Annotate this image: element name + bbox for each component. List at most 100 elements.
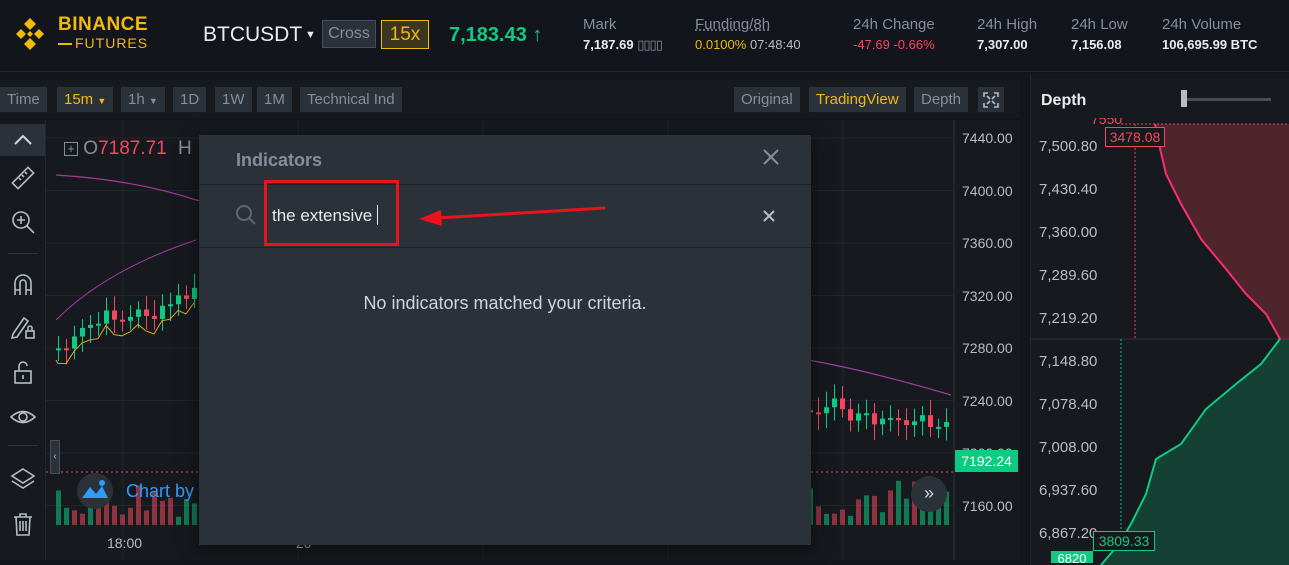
- bid-volume-tag: 3809.33: [1093, 531, 1155, 551]
- candle-body: [72, 336, 77, 349]
- interval-1d[interactable]: 1D: [173, 87, 207, 112]
- unlock-tool[interactable]: [7, 356, 39, 388]
- clear-search-button[interactable]: [761, 208, 777, 224]
- close-dialog-button[interactable]: [759, 145, 783, 169]
- tradingview-attribution[interactable]: Chart by: [73, 473, 194, 514]
- divider: [199, 247, 811, 248]
- view-depth[interactable]: Depth: [914, 87, 969, 112]
- change-stat: 24h Change -47.69 -0.66%: [853, 16, 935, 52]
- ohlc-legend: + O7187.71 H: [64, 138, 192, 160]
- plus-square-icon: +: [64, 142, 78, 156]
- depth-bottom-cut-label: 6820: [1051, 551, 1093, 563]
- volume-value: 106,695.99 BTC: [1162, 37, 1258, 52]
- price-axis-label: 7320.00: [962, 287, 1013, 304]
- unlock-icon: [14, 361, 32, 384]
- funding-rate: 0.0100%: [695, 37, 747, 52]
- depth-price-label: 7,430.40: [1039, 181, 1098, 198]
- volume-bar: [864, 495, 869, 525]
- candle-body: [864, 413, 869, 416]
- brand-name: BINANCE: [58, 14, 149, 35]
- depth-zoom-handle[interactable]: [1181, 90, 1187, 107]
- candle-body: [896, 417, 901, 421]
- volume-bar: [840, 509, 845, 525]
- depth-price-label: 7,360.00: [1039, 224, 1098, 241]
- depth-title: Depth: [1041, 92, 1087, 109]
- price-axis-label: 7440.00: [962, 130, 1013, 146]
- volume-bar: [128, 507, 133, 525]
- depth-price-label: 7,078.40: [1039, 396, 1098, 413]
- bars-icon: ▯▯▯▯: [637, 37, 663, 52]
- candle-body: [824, 407, 829, 414]
- time-label: 18:00: [107, 535, 143, 551]
- leverage-button[interactable]: 15x: [381, 20, 429, 49]
- interval-1h[interactable]: 1h ▼: [121, 87, 165, 112]
- candle-body: [192, 287, 197, 299]
- volume-bar: [872, 495, 877, 525]
- price-axis-label: 7160.00: [962, 497, 1013, 514]
- candle-body: [816, 412, 821, 415]
- candle-body: [104, 310, 109, 324]
- depth-price-label: 6,937.60: [1039, 482, 1098, 499]
- candle-body: [848, 409, 853, 421]
- binance-futures-logo[interactable]: BINANCE FUTURES: [12, 14, 162, 54]
- delete-drawings-tool[interactable]: [7, 508, 39, 540]
- symbol-selector[interactable]: BTCUSDT: [203, 23, 302, 47]
- price-axis-label: 7400.00: [962, 182, 1013, 199]
- volume-bar: [848, 515, 853, 525]
- pencil-lock-icon: [10, 316, 35, 340]
- annotation-arrow-icon: [419, 206, 606, 226]
- tradingview-logo-icon: [77, 473, 113, 509]
- fullscreen-button[interactable]: [978, 87, 1004, 112]
- depth-price-label: 7,289.60: [1039, 267, 1098, 284]
- chart-toolbar: Time 15m ▼ 1h ▼ 1D 1W 1M Technical Ind O…: [0, 80, 1020, 118]
- scroll-to-realtime-button[interactable]: »: [911, 476, 947, 512]
- ask-volume-tag: 3478.08: [1105, 127, 1165, 147]
- depth-price-label: 7,148.80: [1039, 353, 1098, 370]
- volume-bar: [56, 490, 61, 525]
- depth-zoom-slider[interactable]: [1183, 98, 1271, 101]
- candle-body: [944, 422, 949, 427]
- funding-stat[interactable]: Funding/8h 0.0100% 07:48:40: [695, 16, 801, 52]
- candle-body: [80, 327, 85, 337]
- double-chevron-right-icon: »: [923, 483, 934, 503]
- candle-body: [64, 348, 69, 351]
- open-value: 7187.71: [98, 138, 167, 159]
- empty-results-message: No indicators matched your criteria.: [363, 293, 647, 313]
- price-axis-label: 7360.00: [962, 235, 1013, 251]
- volume-bar: [824, 513, 829, 525]
- candle-body: [920, 415, 925, 422]
- technical-indicators-button[interactable]: Technical Ind: [300, 87, 402, 112]
- view-tradingview[interactable]: TradingView: [809, 87, 906, 112]
- ruler-tool[interactable]: [7, 162, 39, 194]
- volume-bar: [184, 498, 189, 525]
- search-icon: [236, 205, 256, 225]
- layers-tool[interactable]: [7, 463, 39, 495]
- chevron-down-icon[interactable]: ▼: [305, 29, 316, 41]
- low-value: 7,156.08: [1071, 37, 1122, 52]
- collapse-tools-button[interactable]: [0, 124, 45, 156]
- candle-body: [184, 295, 189, 299]
- interval-time[interactable]: Time: [0, 87, 47, 112]
- depth-price-label: 7,219.20: [1039, 310, 1098, 327]
- dialog-title: Indicators: [236, 150, 323, 170]
- eye-icon: [10, 410, 36, 424]
- depth-price-label: 7,500.80: [1039, 138, 1098, 155]
- magnet-tool[interactable]: [7, 268, 39, 300]
- caret-down-icon: ▼: [97, 96, 107, 106]
- interval-1m[interactable]: 1M: [257, 87, 292, 112]
- volume-bar: [816, 506, 821, 525]
- zoom-tool[interactable]: [7, 206, 39, 238]
- interval-1w[interactable]: 1W: [215, 87, 252, 112]
- volume-bar: [120, 514, 125, 525]
- candle-body: [840, 398, 845, 410]
- expand-left-handle[interactable]: ‹: [50, 440, 60, 474]
- layers-icon: [10, 468, 36, 489]
- candle-body: [872, 413, 877, 425]
- view-original[interactable]: Original: [734, 87, 800, 112]
- binance-logo-icon: [16, 18, 44, 50]
- visibility-tool[interactable]: [7, 401, 39, 433]
- lock-drawings-tool[interactable]: [7, 311, 39, 343]
- ma-line: [55, 302, 195, 365]
- interval-15m[interactable]: 15m ▼: [57, 87, 114, 112]
- margin-mode-button[interactable]: Cross: [322, 20, 376, 48]
